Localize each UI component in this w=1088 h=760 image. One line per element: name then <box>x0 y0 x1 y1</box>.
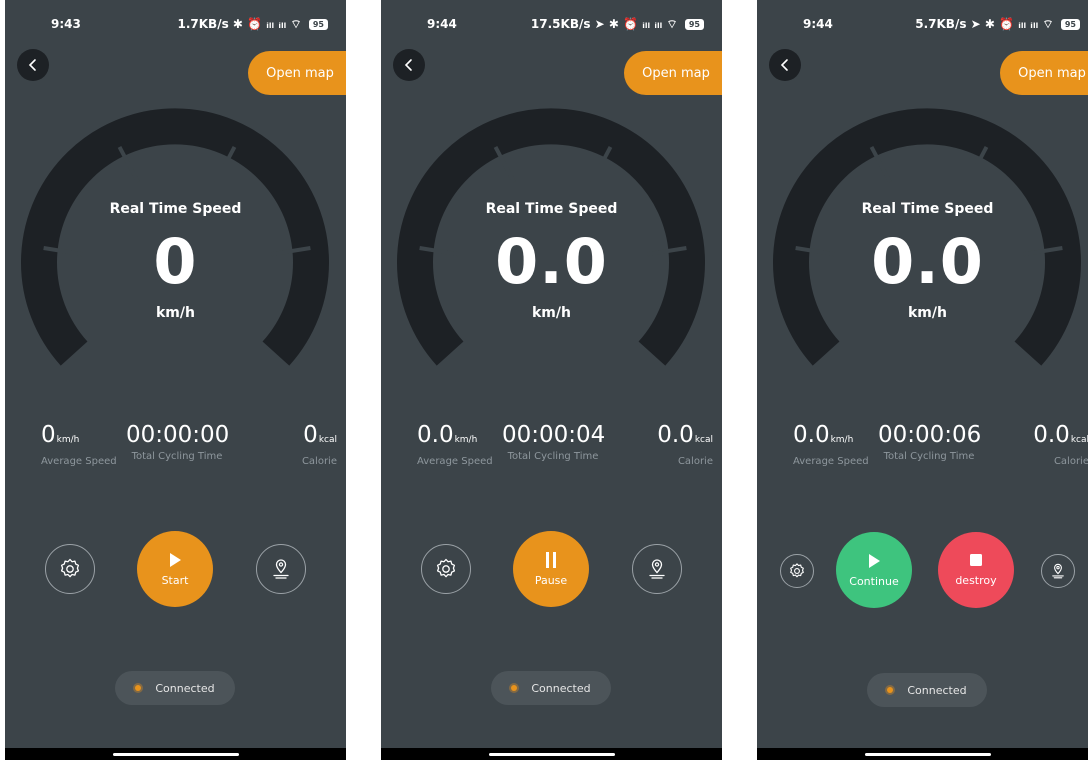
cycling-time-stat: 00:00:04 Total Cycling Time <box>502 420 606 462</box>
connected-dot-icon <box>887 687 894 693</box>
connection-status: Connected <box>491 671 611 705</box>
speed-gauge <box>5 0 346 400</box>
connection-status: Connected <box>867 673 987 707</box>
average-speed-label: Average Speed <box>417 456 493 467</box>
pause-button-label: Pause <box>534 574 568 587</box>
settings-button[interactable] <box>780 554 814 588</box>
pause-icon <box>546 552 556 568</box>
average-speed-stat: 0.0km/h Average Speed <box>417 420 499 467</box>
connected-dot-icon <box>511 685 518 691</box>
speed-gauge <box>381 0 722 400</box>
navigation-bar <box>757 748 1088 760</box>
average-speed-value: 0 <box>41 422 56 448</box>
start-button-label: Start <box>161 573 189 587</box>
calorie-label: Calorie <box>1053 456 1088 467</box>
connection-label: Connected <box>531 681 591 695</box>
speed-unit: km/h <box>532 305 571 321</box>
destroy-button-label: destroy <box>955 574 997 587</box>
calorie-stat: 0.0kcal Calorie <box>639 420 713 467</box>
calorie-value: 0.0 <box>1033 422 1070 448</box>
play-icon <box>170 552 181 567</box>
cycling-time-value: 00:00:00 <box>126 422 230 448</box>
gear-icon <box>436 558 456 578</box>
connected-dot-icon <box>135 685 142 691</box>
speed-value: 0 <box>153 225 198 298</box>
screen-ready: 9:43 1.7KB/s ✱ ⏰ ᵢₗₗ ᵢₗₗ ⌔ 95 Open map R… <box>5 0 346 760</box>
route-button[interactable] <box>632 544 682 594</box>
average-speed-stat: 0km/h Average Speed <box>41 420 123 467</box>
gear-icon <box>790 563 804 578</box>
stop-icon <box>970 554 982 566</box>
speed-unit: km/h <box>908 305 947 321</box>
location-pin-icon <box>1052 563 1064 579</box>
navigation-bar <box>381 748 722 760</box>
screen-riding: 9:44 17.5KB/s ➤ ✱ ⏰ ᵢₗₗ ᵢₗₗ ⌔ 95 Open ma… <box>381 0 722 760</box>
calorie-value: 0.0 <box>657 422 694 448</box>
calorie-label: Calorie <box>301 456 337 467</box>
average-speed-label: Average Speed <box>793 456 869 467</box>
route-button[interactable] <box>256 544 306 594</box>
pause-button[interactable]: Pause <box>513 531 589 607</box>
calorie-stat: 0kcal Calorie <box>263 420 337 467</box>
home-indicator[interactable] <box>864 753 991 756</box>
average-speed-stat: 0.0km/h Average Speed <box>793 420 875 467</box>
connection-label: Connected <box>155 681 215 695</box>
location-pin-icon <box>649 559 665 579</box>
continue-button[interactable]: Continue <box>836 532 912 608</box>
average-speed-unit: km/h <box>830 435 854 445</box>
navigation-bar <box>5 748 346 760</box>
continue-button-label: Continue <box>849 574 899 588</box>
location-pin-icon <box>273 559 289 579</box>
cycling-time-value: 00:00:06 <box>878 422 982 448</box>
cycling-time-label: Total Cycling Time <box>507 451 599 462</box>
cycling-time-stat: 00:00:06 Total Cycling Time <box>878 420 982 462</box>
speed-title: Real Time Speed <box>109 201 242 217</box>
speed-title: Real Time Speed <box>861 201 994 217</box>
average-speed-unit: km/h <box>56 435 80 445</box>
speed-unit: km/h <box>156 305 195 321</box>
average-speed-label: Average Speed <box>41 456 117 467</box>
speed-value: 0.0 <box>871 225 984 298</box>
start-button[interactable]: Start <box>137 531 213 607</box>
route-button[interactable] <box>1041 554 1075 588</box>
calorie-label: Calorie <box>677 456 713 467</box>
home-indicator[interactable] <box>112 753 239 756</box>
cycling-time-label: Total Cycling Time <box>131 451 223 462</box>
calorie-unit: kcal <box>318 435 337 445</box>
home-indicator[interactable] <box>488 753 615 756</box>
cycling-time-stat: 00:00:00 Total Cycling Time <box>126 420 230 462</box>
speed-value: 0.0 <box>495 225 608 298</box>
destroy-button[interactable]: destroy <box>938 532 1014 608</box>
settings-button[interactable] <box>45 544 95 594</box>
connection-label: Connected <box>907 683 967 697</box>
calorie-value: 0 <box>303 422 318 448</box>
screen-paused: 9:44 5.7KB/s ➤ ✱ ⏰ ᵢₗₗ ᵢₗₗ ⌔ 95 Open map… <box>757 0 1088 760</box>
calorie-stat: 0.0kcal Calorie <box>1015 420 1088 467</box>
settings-button[interactable] <box>421 544 471 594</box>
calorie-unit: kcal <box>1070 435 1088 445</box>
gear-icon <box>60 558 80 578</box>
average-speed-value: 0.0 <box>417 422 454 448</box>
cycling-time-label: Total Cycling Time <box>883 451 975 462</box>
calorie-unit: kcal <box>694 435 713 445</box>
cycling-time-value: 00:00:04 <box>502 422 606 448</box>
speed-gauge <box>757 0 1088 400</box>
average-speed-value: 0.0 <box>793 422 830 448</box>
play-icon <box>869 553 880 568</box>
speed-title: Real Time Speed <box>485 201 618 217</box>
connection-status: Connected <box>115 671 235 705</box>
average-speed-unit: km/h <box>454 435 478 445</box>
